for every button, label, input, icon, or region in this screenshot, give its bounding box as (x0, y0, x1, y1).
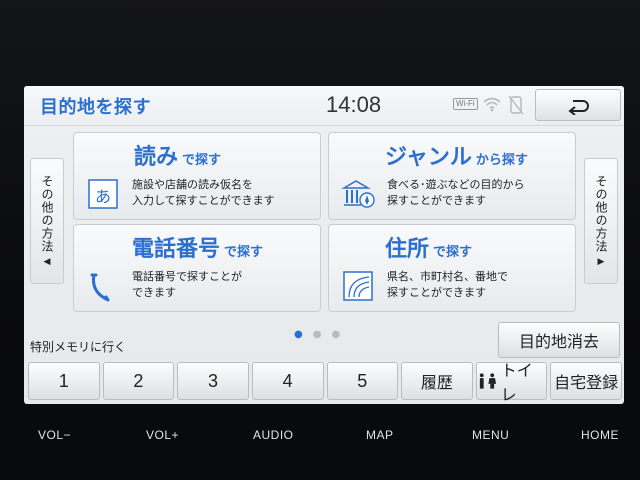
page-dot: ● (331, 329, 351, 340)
memory-button-row: 1 2 3 4 5 履歴 トイレ 自宅登録 (28, 361, 622, 404)
back-button[interactable] (535, 89, 621, 121)
other-methods-right-button[interactable]: その他の方法 ▶ (584, 158, 618, 284)
vol-up-button[interactable]: VOL+ (146, 428, 179, 442)
card-description: 施設や店舗の読み仮名を 入力して探すことができます (132, 178, 275, 207)
special-memory-label: 特別メモリに行く (30, 340, 127, 354)
other-methods-label: その他の方法 (594, 175, 608, 253)
search-by-genre-button[interactable]: ジャンル から探す 食べる･遊ぶなどの目的から 探すことができます (328, 132, 576, 220)
status-bar: 目的地を探す 14:08 Wi-Fi (24, 86, 624, 126)
wifi-badge: Wi-Fi (453, 98, 478, 110)
restroom-icon (479, 373, 496, 389)
memory-4-button[interactable]: 4 (251, 362, 324, 400)
memory-3-button[interactable]: 3 (177, 362, 249, 400)
memory-1-button[interactable]: 1 (28, 362, 100, 400)
vol-down-button[interactable]: VOL− (38, 428, 71, 442)
map-button[interactable]: MAP (366, 428, 394, 442)
phone-handset-icon (86, 269, 120, 303)
memory-2-button[interactable]: 2 (102, 362, 175, 400)
card-description: 電話番号で探すことが できます (132, 270, 242, 299)
card-title: ジャンル から探す (385, 145, 528, 170)
page-dot: ● (312, 329, 332, 340)
search-by-phone-button[interactable]: 電話番号 で探す 電話番号で探すことが できます (73, 224, 321, 312)
menu-button[interactable]: MENU (472, 428, 509, 442)
hiragana-icon: あ (86, 177, 120, 211)
other-methods-left-button[interactable]: その他の方法 ◀ (30, 158, 64, 284)
page-dot-active: ● (294, 329, 313, 340)
building-genre-icon (341, 177, 375, 211)
memory-5-button[interactable]: 5 (326, 362, 399, 400)
card-title: 読み で探す (134, 145, 222, 170)
page-title: 目的地を探す (40, 97, 151, 118)
hardware-button-row: VOL− VOL+ AUDIO MAP MENU HOME (0, 428, 640, 448)
card-title: 電話番号 で探す (132, 237, 264, 262)
navigation-screen: 目的地を探す 14:08 Wi-Fi その他の方法 ◀ その他の方法 ▶ 読み … (24, 86, 624, 404)
return-arrow-icon (568, 100, 589, 115)
card-description: 県名、市町村名、番地で 探すことができます (387, 270, 508, 299)
search-by-address-button[interactable]: 住所 で探す 県名、市町村名、番地で 探すことができます (328, 224, 576, 312)
page-indicator: ●●● (294, 329, 350, 340)
arrow-right-icon: ▶ (597, 257, 605, 267)
phone-disconnected-icon (508, 95, 524, 115)
card-title: 住所 で探す (385, 237, 473, 262)
clear-destination-button[interactable]: 目的地消去 (498, 322, 620, 358)
arrow-left-icon: ◀ (43, 257, 51, 267)
history-button[interactable]: 履歴 (401, 362, 473, 400)
map-address-icon (341, 269, 375, 303)
wifi-signal-icon (483, 97, 501, 112)
search-by-reading-button[interactable]: 読み で探す あ 施設や店舗の読み仮名を 入力して探すことができます (73, 132, 321, 220)
audio-button[interactable]: AUDIO (253, 428, 294, 442)
home-registration-button[interactable]: 自宅登録 (550, 362, 622, 400)
card-description: 食べる･遊ぶなどの目的から 探すことができます (387, 178, 525, 207)
home-button[interactable]: HOME (581, 428, 619, 442)
clock: 14:08 (326, 92, 382, 117)
other-methods-label: その他の方法 (40, 175, 54, 253)
toilet-button[interactable]: トイレ (475, 361, 548, 404)
